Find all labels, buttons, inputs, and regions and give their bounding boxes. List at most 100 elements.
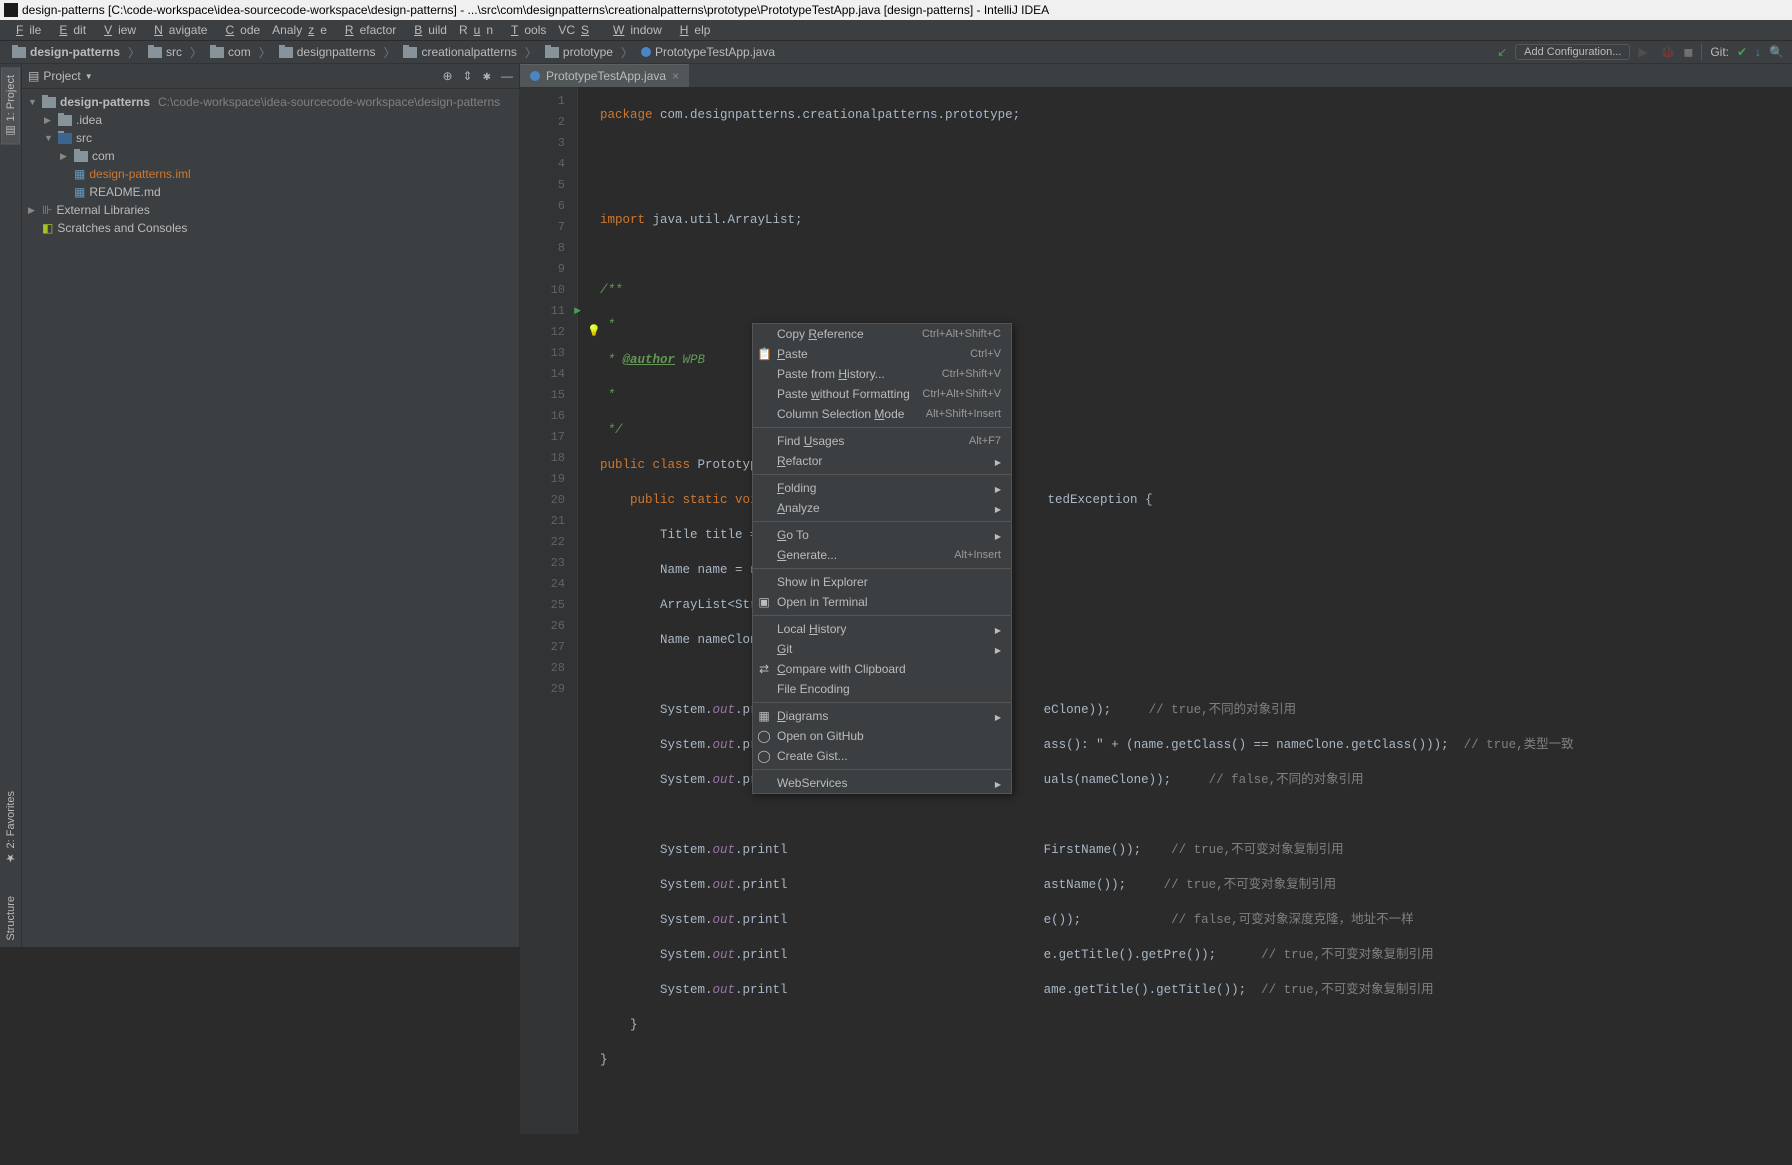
ctx-item-diagrams[interactable]: ▦Diagrams (753, 706, 1011, 726)
stop-icon[interactable]: ◼ (1683, 45, 1693, 59)
nav-bar: design-patterns 〉 src 〉 com 〉 designpatt… (0, 40, 1792, 64)
search-icon[interactable]: 🔍 (1769, 45, 1784, 59)
md-icon: ▦ (74, 185, 85, 199)
tree-ext-lib[interactable]: ⊪ External Libraries (22, 201, 519, 219)
tree-scratch[interactable]: ◧ Scratches and Consoles (22, 219, 519, 237)
git-label: Git: (1710, 45, 1729, 59)
menu-bar: File Edit View Navigate Code Analyze Ref… (0, 20, 1792, 40)
ctx-item-generate-[interactable]: Generate...Alt+Insert (753, 545, 1011, 565)
ctx-item-copy-reference[interactable]: Copy ReferenceCtrl+Alt+Shift+C (753, 324, 1011, 344)
ctx-item-compare-with-clipboard[interactable]: ⇄Compare with Clipboard (753, 659, 1011, 679)
code-viewport[interactable]: 12345 678910 1112131415 1617181920 21222… (520, 87, 1792, 1134)
git-update-icon[interactable]: ↓ (1755, 45, 1761, 59)
menu-analyze[interactable]: Analyze (266, 23, 333, 37)
menu-view[interactable]: View (92, 23, 142, 37)
tree-src[interactable]: src (22, 129, 519, 147)
menu-refactor[interactable]: Refactor (333, 23, 402, 37)
menu-run[interactable]: Run (453, 23, 499, 37)
ctx-item-file-encoding[interactable]: File Encoding (753, 679, 1011, 699)
ctx-item-open-in-terminal[interactable]: ▣Open in Terminal (753, 592, 1011, 612)
iml-icon: ▦ (74, 167, 85, 181)
ctx-item-webservices[interactable]: WebServices (753, 773, 1011, 793)
menu-tools[interactable]: Tools (499, 23, 552, 37)
ctx-separator (753, 521, 1011, 522)
ctx-item-analyze[interactable]: Analyze (753, 498, 1011, 518)
ctx-item-paste-without-formatting[interactable]: Paste without FormattingCtrl+Alt+Shift+V (753, 384, 1011, 404)
tree-readme[interactable]: ▦ README.md (22, 183, 519, 201)
add-configuration-button[interactable]: Add Configuration... (1515, 44, 1630, 60)
menu-edit[interactable]: Edit (47, 23, 92, 37)
menu-code[interactable]: Code (213, 23, 266, 37)
project-label[interactable]: Project (43, 69, 80, 83)
left-tool-strip: ▤ 1: Project ★ 2: Favorites Structure (0, 64, 22, 947)
scratch-icon: ◧ (42, 221, 53, 235)
crumb-proto[interactable]: prototype (541, 45, 617, 59)
run-icon[interactable] (1638, 45, 1652, 59)
tree-idea[interactable]: .idea (22, 111, 519, 129)
ctx-item-refactor[interactable]: Refactor (753, 451, 1011, 471)
library-icon: ⊪ (42, 203, 52, 217)
java-file-icon (641, 47, 651, 57)
ctx-item-local-history[interactable]: Local History (753, 619, 1011, 639)
menu-vcs[interactable]: VCS (552, 23, 601, 37)
menu-build[interactable]: Build (402, 23, 453, 37)
git-commit-icon[interactable]: ✔ (1737, 45, 1747, 59)
folder-icon (74, 151, 88, 162)
crumb-cp[interactable]: creationalpatterns (399, 45, 520, 59)
close-tab-icon[interactable] (672, 69, 679, 83)
sidebar-tab-structure[interactable]: Structure (3, 890, 19, 947)
menu-navigate[interactable]: Navigate (142, 23, 213, 37)
locate-icon[interactable] (442, 69, 452, 83)
ctx-item-folding[interactable]: Folding (753, 478, 1011, 498)
ctx-separator (753, 474, 1011, 475)
tree-root[interactable]: design-patterns C:\code-workspace\idea-s… (22, 93, 519, 111)
collapse-all-icon[interactable]: ⇕ (463, 69, 473, 83)
folder-icon (42, 97, 56, 108)
crumb-dp[interactable]: designpatterns (275, 45, 380, 59)
ctx-item-go-to[interactable]: Go To (753, 525, 1011, 545)
tree-com[interactable]: com (22, 147, 519, 165)
settings-icon[interactable] (483, 69, 491, 83)
crumb-src[interactable]: src (144, 45, 186, 59)
folder-icon (545, 47, 559, 58)
menu-help[interactable]: Help (668, 23, 717, 37)
fold-bar (578, 87, 592, 1134)
build-ok-icon[interactable]: ↙ (1497, 45, 1507, 59)
ctx-item-create-gist-[interactable]: ◯Create Gist... (753, 746, 1011, 766)
title-bar: design-patterns [C:\code-workspace\idea-… (0, 0, 1792, 20)
app-icon (4, 3, 18, 17)
crumb-project[interactable]: design-patterns (8, 45, 124, 59)
folder-icon (12, 47, 26, 58)
project-header: ▤ Project ▼ ⇕ — (22, 64, 519, 89)
tree-iml[interactable]: ▦ design-patterns.iml (22, 165, 519, 183)
crumb-com[interactable]: com (206, 45, 255, 59)
editor-tab-active[interactable]: PrototypeTestApp.java (520, 64, 689, 87)
window-title: design-patterns [C:\code-workspace\idea-… (22, 0, 1049, 20)
menu-window[interactable]: Window (601, 23, 668, 37)
sidebar-tab-favorites[interactable]: ★ 2: Favorites (2, 785, 19, 871)
ctx-item-open-on-github[interactable]: ◯Open on GitHub (753, 726, 1011, 746)
ctx-separator (753, 702, 1011, 703)
crumb-file[interactable]: PrototypeTestApp.java (637, 45, 779, 59)
project-panel: ▤ Project ▼ ⇕ — design-patterns C:\code-… (22, 64, 520, 947)
dropdown-icon[interactable]: ▼ (85, 72, 93, 81)
ctx-item-show-in-explorer[interactable]: Show in Explorer (753, 572, 1011, 592)
ctx-separator (753, 769, 1011, 770)
folder-icon (148, 47, 162, 58)
ctx-item-git[interactable]: Git (753, 639, 1011, 659)
context-menu: Copy ReferenceCtrl+Alt+Shift+C📋PasteCtrl… (752, 323, 1012, 794)
ctx-item-paste-from-history-[interactable]: Paste from History...Ctrl+Shift+V (753, 364, 1011, 384)
editor-tab-bar: PrototypeTestApp.java (520, 64, 1792, 87)
editor-area: PrototypeTestApp.java 12345 678910 11121… (520, 64, 1792, 947)
nav-right: ↙ Add Configuration... 🐞 ◼ Git: ✔ ↓ 🔍 (1497, 44, 1784, 60)
sidebar-tab-project[interactable]: ▤ 1: Project (1, 68, 20, 145)
ctx-item-find-usages[interactable]: Find UsagesAlt+F7 (753, 431, 1011, 451)
ctx-item-column-selection-mode[interactable]: Column Selection ModeAlt+Shift+Insert (753, 404, 1011, 424)
hide-icon[interactable]: — (501, 69, 513, 83)
menu-file[interactable]: File (4, 23, 47, 37)
ctx-item-paste[interactable]: 📋PasteCtrl+V (753, 344, 1011, 364)
folder-icon (58, 115, 72, 126)
folder-icon (279, 47, 293, 58)
debug-icon[interactable]: 🐞 (1660, 45, 1675, 59)
folder-icon (210, 47, 224, 58)
